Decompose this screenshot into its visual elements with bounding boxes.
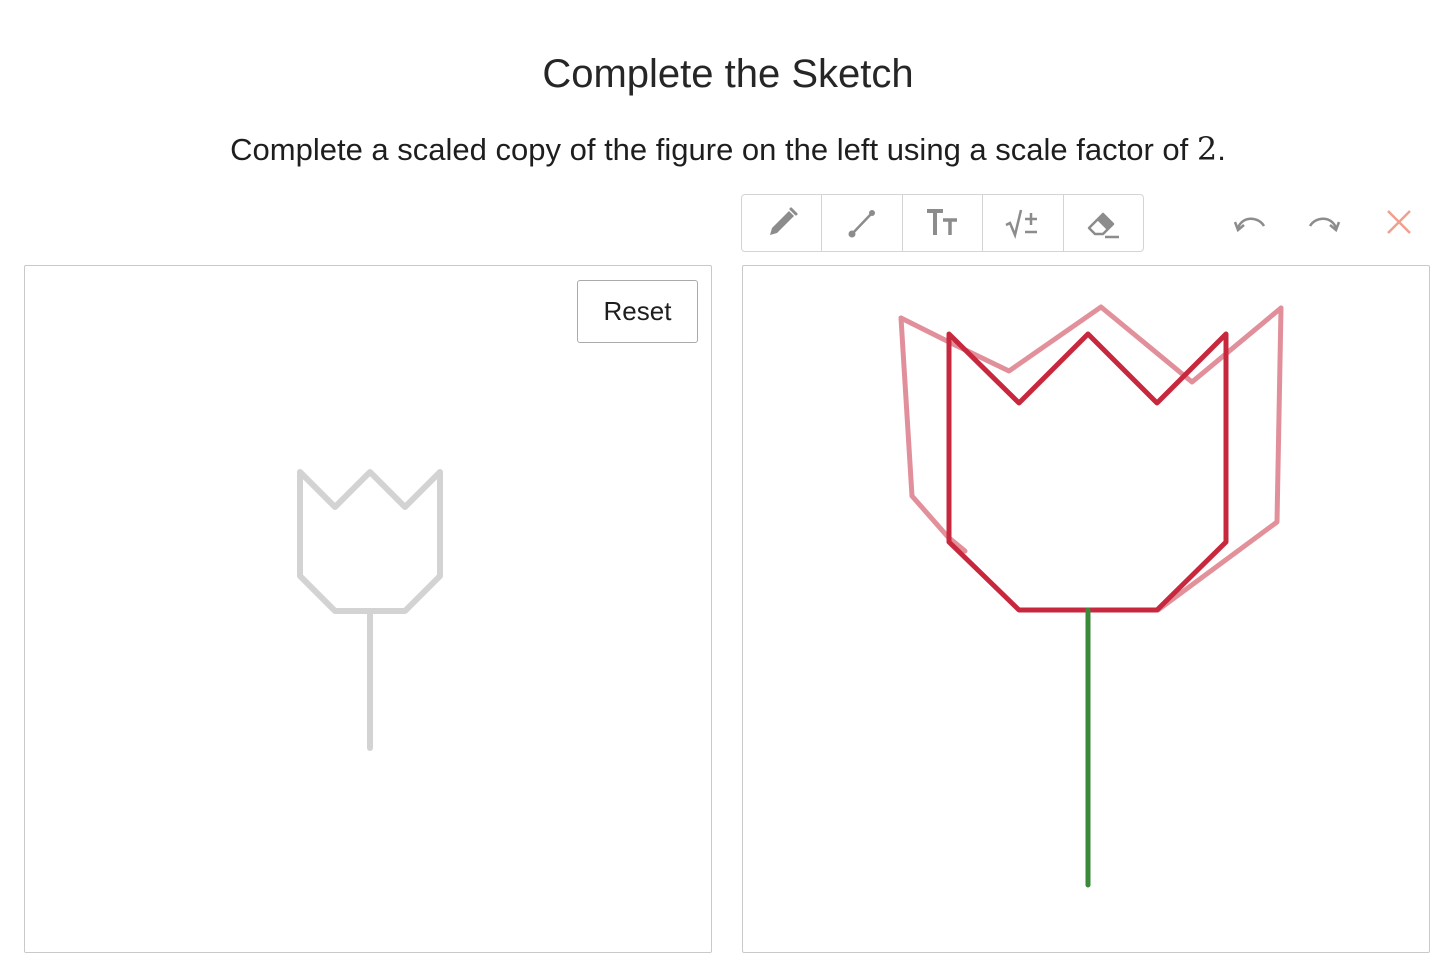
original-figure-canvas (297, 469, 443, 751)
original-figure-panel: Reset (24, 265, 712, 953)
sketch-canvas[interactable] (743, 266, 1431, 954)
scaled-tulip-outline-path (946, 331, 1229, 613)
pencil-tool[interactable] (742, 195, 823, 251)
faded-right-petal-stroke (1155, 305, 1284, 613)
line-segment-icon (844, 205, 880, 241)
redo-button[interactable] (1304, 204, 1344, 244)
scaled-tulip-outline (946, 331, 1229, 613)
instruction-text: Complete a scaled copy of the figure on … (230, 132, 1189, 167)
faded-left-petal-stroke (898, 315, 968, 554)
line-tool[interactable] (822, 195, 903, 251)
redo-icon (1306, 210, 1342, 239)
eraser-tool[interactable] (1064, 195, 1143, 251)
math-tool[interactable] (983, 195, 1064, 251)
sketch-canvas-panel[interactable] (742, 265, 1430, 953)
page-title: Complete the Sketch (542, 52, 914, 96)
sketch-page: Complete the Sketch Complete a scaled co… (0, 0, 1456, 976)
scale-factor-value: 2 (1196, 130, 1218, 168)
eraser-icon (1083, 204, 1123, 242)
square-root-plus-minus-icon (1003, 205, 1043, 241)
text-tool[interactable] (903, 195, 984, 251)
close-icon (1385, 208, 1413, 241)
undo-button[interactable] (1230, 204, 1270, 244)
original-tulip-figure (297, 469, 443, 751)
instructions: Complete a scaled copy of the figure on … (0, 130, 1456, 168)
instruction-end: . (1217, 132, 1226, 167)
clear-button[interactable] (1379, 204, 1419, 244)
pencil-icon (764, 205, 800, 241)
drawing-toolbar (741, 194, 1144, 252)
undo-icon (1232, 210, 1268, 239)
original-tulip-outline (297, 469, 443, 614)
text-size-icon (923, 205, 963, 241)
